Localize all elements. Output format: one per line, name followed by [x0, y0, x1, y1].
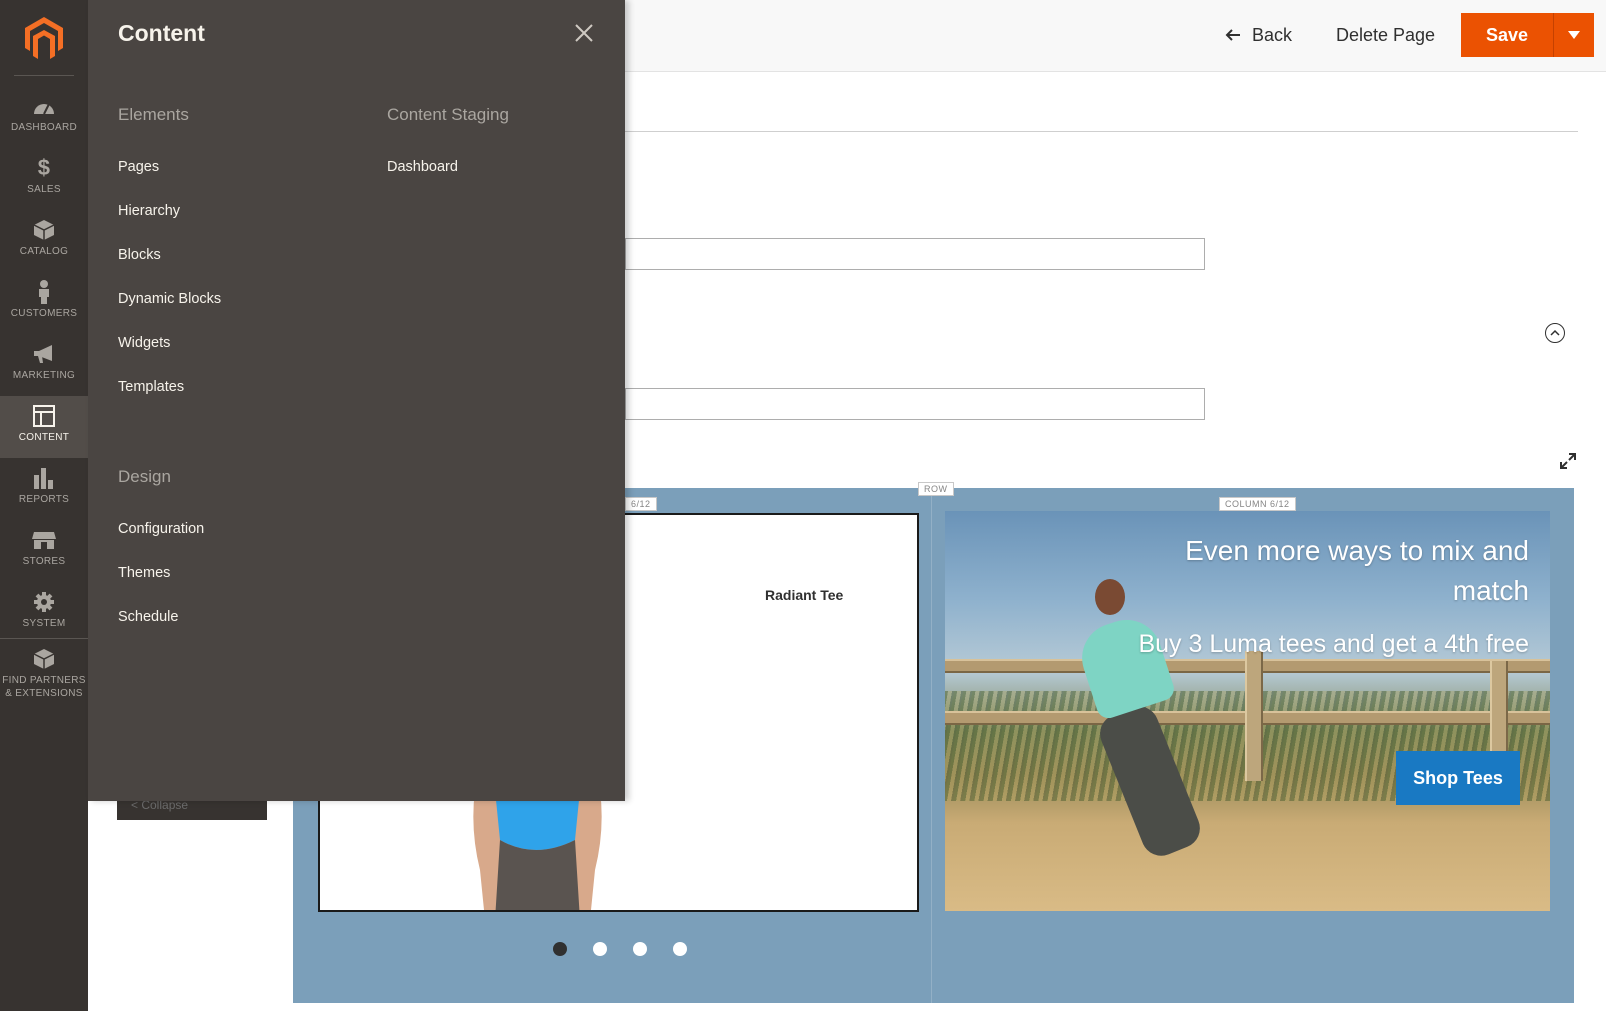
sidebar-item-label: CONTENT — [18, 432, 70, 443]
shop-tees-button[interactable]: Shop Tees — [1396, 751, 1520, 805]
column-divider — [931, 488, 932, 1003]
magento-logo[interactable] — [25, 17, 63, 59]
banner-subtitle: Buy 3 Luma tees and get a 4th free — [1138, 630, 1529, 658]
product-image — [473, 790, 602, 910]
sidebar-item-label: MARKETING — [12, 370, 76, 381]
menu-link-blocks[interactable]: Blocks — [118, 247, 161, 263]
sidebar-item-stores[interactable]: STORES — [0, 520, 88, 582]
sidebar-item-marketing[interactable]: MARKETING — [0, 334, 88, 396]
menu-link-hierarchy[interactable]: Hierarchy — [118, 203, 180, 219]
page-title-input[interactable] — [625, 238, 1205, 270]
menu-link-dynamic-blocks[interactable]: Dynamic Blocks — [118, 291, 221, 307]
sidebar-item-label: REPORTS — [18, 494, 70, 505]
menu-link-schedule[interactable]: Schedule — [118, 609, 178, 625]
storefront-icon — [32, 528, 56, 552]
banner-person — [1095, 579, 1125, 615]
sidebar-item-catalog[interactable]: CATALOG — [0, 210, 88, 272]
admin-sidebar: DASHBOARD $ SALES CATALOG CUSTOMERS MARK… — [0, 0, 88, 1011]
fullscreen-icon[interactable] — [1559, 452, 1577, 470]
box-icon — [32, 218, 56, 242]
layout-icon — [32, 404, 56, 428]
sidebar-item-label: CATALOG — [19, 246, 69, 257]
sidebar-item-label: FIND PARTNERS & EXTENSIONS — [2, 675, 86, 699]
sidebar-item-system[interactable]: SYSTEM — [0, 582, 88, 644]
banner-title: Even more ways to mix and match — [1185, 535, 1529, 606]
section-collapse-toggle[interactable] — [1545, 323, 1565, 343]
column-label-right: COLUMN 6/12 — [1219, 497, 1296, 511]
sidebar-item-label: SYSTEM — [22, 618, 66, 629]
menu-link-staging-dashboard[interactable]: Dashboard — [387, 159, 458, 175]
banner-fence-post — [1245, 651, 1263, 781]
sidebar-item-dashboard[interactable]: DASHBOARD — [0, 86, 88, 148]
sidebar-item-label: DASHBOARD — [10, 122, 78, 133]
section-title-design: Design — [118, 467, 171, 486]
slider-dot[interactable] — [673, 942, 687, 956]
menu-link-themes[interactable]: Themes — [118, 565, 170, 581]
promo-banner[interactable]: Even more ways to mix and match Buy 3 Lu… — [945, 511, 1550, 911]
close-icon[interactable] — [574, 23, 594, 43]
menu-link-pages[interactable]: Pages — [118, 159, 159, 175]
sidebar-item-label: CUSTOMERS — [10, 308, 78, 319]
person-icon — [32, 280, 56, 304]
slider-dot[interactable] — [593, 942, 607, 956]
bar-chart-icon — [32, 466, 56, 490]
sidebar-item-sales[interactable]: $ SALES — [0, 148, 88, 210]
sidebar-item-partners[interactable]: FIND PARTNERS & EXTENSIONS — [0, 638, 88, 713]
cube-icon — [32, 647, 56, 671]
gear-icon — [32, 590, 56, 614]
content-heading-input[interactable] — [625, 388, 1205, 420]
column-label-left: 6/12 — [625, 497, 657, 511]
sidebar-item-content[interactable]: CONTENT — [0, 396, 88, 458]
dashboard-icon — [32, 94, 56, 118]
slider-dot[interactable] — [553, 942, 567, 956]
sidebar-item-customers[interactable]: CUSTOMERS — [0, 272, 88, 334]
arrow-left-icon — [1225, 29, 1240, 41]
flyout-title: Content — [118, 20, 205, 46]
menu-link-widgets[interactable]: Widgets — [118, 335, 170, 351]
slider-navigation — [553, 942, 687, 956]
row-label: ROW — [918, 482, 954, 496]
section-title-elements: Elements — [118, 105, 189, 124]
product-name: Radiant Tee — [765, 587, 844, 603]
content-menu-flyout: Content Elements Pages Hierarchy Blocks … — [88, 0, 625, 801]
sidebar-item-label: STORES — [22, 556, 66, 567]
back-button[interactable]: Back — [1224, 18, 1292, 52]
delete-page-button[interactable]: Delete Page — [1336, 18, 1435, 52]
sidebar-item-reports[interactable]: REPORTS — [0, 458, 88, 520]
sidebar-item-label: SALES — [27, 184, 61, 195]
slider-dot[interactable] — [633, 942, 647, 956]
save-options-dropdown[interactable] — [1553, 13, 1594, 57]
menu-link-templates[interactable]: Templates — [118, 379, 184, 395]
dollar-icon: $ — [37, 155, 51, 180]
save-button[interactable]: Save — [1461, 13, 1553, 57]
section-title-content-staging: Content Staging — [387, 105, 509, 124]
section-divider — [625, 131, 1578, 132]
megaphone-icon — [32, 342, 56, 366]
chevron-up-icon — [1550, 329, 1560, 336]
logo-separator — [14, 75, 74, 76]
back-button-label: Back — [1252, 24, 1293, 45]
menu-link-configuration[interactable]: Configuration — [118, 521, 204, 537]
